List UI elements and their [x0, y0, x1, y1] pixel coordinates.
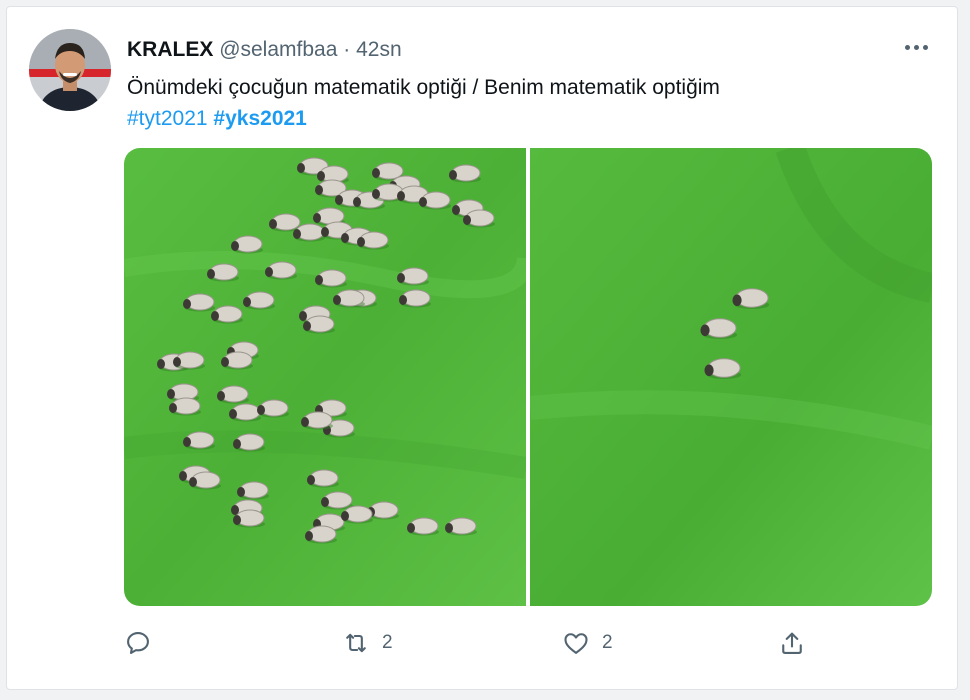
tweet-text: Önümdeki çocuğun matematik optiği / Beni… [127, 76, 720, 99]
tweet-card[interactable]: KRALEX @selamfbaa · 42sn Önümdeki çocuğu… [6, 6, 958, 690]
retweet-icon [346, 633, 366, 653]
heart-icon [564, 633, 588, 654]
tweet-actions: 2 2 [124, 623, 932, 663]
share-button[interactable] [778, 623, 806, 663]
time-separator: · [343, 38, 351, 61]
reply-button[interactable] [124, 623, 164, 663]
tweet-hashtags: #tyt2021 #yks2021 [127, 104, 307, 134]
more-dots-icon[interactable] [901, 35, 931, 59]
hashtag-link[interactable]: #tyt2021 [127, 107, 208, 130]
like-count: 2 [602, 632, 613, 653]
like-button[interactable]: 2 [562, 623, 613, 663]
tweet-time[interactable]: 42sn [356, 38, 402, 61]
tweet-media[interactable] [124, 148, 932, 606]
avatar[interactable] [29, 29, 111, 111]
retweet-button[interactable]: 2 [342, 623, 393, 663]
media-image-many-sheep[interactable] [124, 148, 526, 606]
hashtag-link[interactable]: #yks2021 [213, 107, 306, 130]
avatar-image [29, 29, 111, 111]
media-image-three-sheep[interactable] [530, 148, 932, 606]
user-handle[interactable]: @selamfbaa [219, 38, 337, 61]
tweet-header: KRALEX @selamfbaa · 42sn [127, 37, 402, 63]
retweet-count: 2 [382, 632, 393, 653]
reply-icon [127, 632, 149, 654]
share-icon [782, 632, 802, 654]
display-name[interactable]: KRALEX [127, 38, 213, 61]
